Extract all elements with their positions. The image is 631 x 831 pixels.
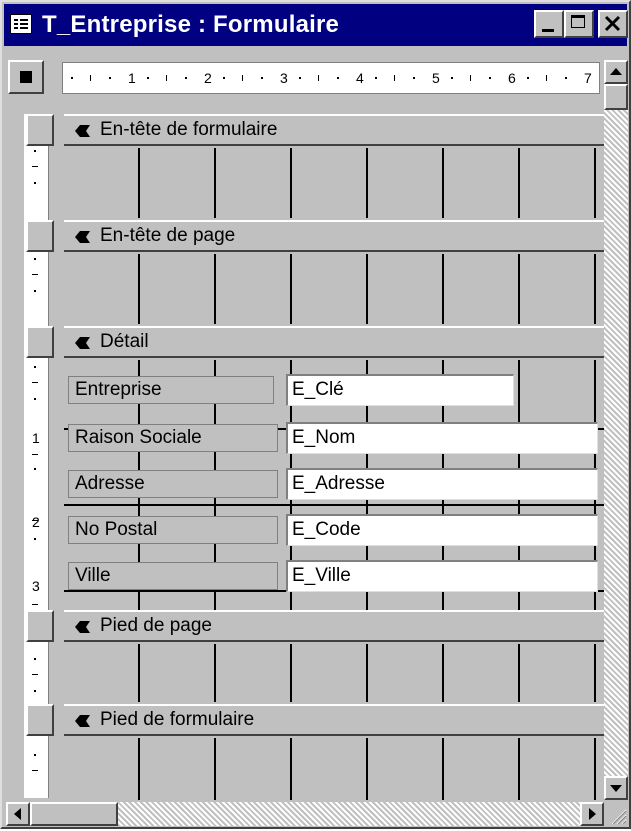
resize-grip-icon[interactable] xyxy=(604,802,628,826)
field-label-no-postal[interactable]: No Postal xyxy=(68,516,278,544)
section-title: Détail xyxy=(100,331,149,352)
field-label-entreprise[interactable]: Entreprise xyxy=(68,376,274,404)
field-label-raison-sociale[interactable]: Raison Sociale xyxy=(68,424,278,452)
horizontal-ruler[interactable]: 1 2 3 4 5 6 7 xyxy=(62,62,600,94)
section-header-bar[interactable]: Pied de formulaire xyxy=(64,704,604,736)
ruler-number: 2 xyxy=(32,514,40,530)
scroll-left-button[interactable] xyxy=(6,802,30,826)
field-control-e-adresse[interactable]: E_Adresse xyxy=(286,468,598,500)
field-control-e-ville[interactable]: E_Ville xyxy=(286,560,598,592)
horizontal-scrollbar[interactable] xyxy=(6,802,604,826)
section-arrow-icon xyxy=(75,621,90,633)
ruler-number: 2 xyxy=(204,70,212,86)
section-arrow-icon xyxy=(75,231,90,243)
section-header-bar[interactable]: En-tête de formulaire xyxy=(64,114,604,146)
section-selector[interactable] xyxy=(26,704,54,736)
section-arrow-icon xyxy=(75,125,90,137)
page-header-area[interactable] xyxy=(64,254,605,324)
close-button[interactable] xyxy=(598,10,628,38)
scroll-up-button[interactable] xyxy=(604,60,628,84)
section-form-header[interactable]: En-tête de formulaire xyxy=(26,114,604,148)
section-arrow-icon xyxy=(75,715,90,727)
ruler-number: 1 xyxy=(32,430,40,446)
arrow-right-icon xyxy=(589,808,596,820)
section-selector[interactable] xyxy=(26,220,54,252)
vertical-scroll-track[interactable] xyxy=(604,110,628,776)
arrow-left-icon xyxy=(14,808,21,820)
ruler-number: 3 xyxy=(32,578,40,594)
select-form-button[interactable] xyxy=(8,60,44,94)
form-header-area[interactable] xyxy=(64,148,605,218)
close-icon xyxy=(604,15,621,32)
vertical-scrollbar[interactable] xyxy=(604,60,628,800)
horizontal-scroll-thumb[interactable] xyxy=(30,802,118,826)
section-title: En-tête de page xyxy=(100,225,236,246)
field-control-e-code[interactable]: E_Code xyxy=(286,514,598,546)
vertical-scroll-thumb[interactable] xyxy=(604,84,628,110)
scroll-right-button[interactable] xyxy=(580,802,604,826)
field-label-adresse[interactable]: Adresse xyxy=(68,470,278,498)
arrow-down-icon xyxy=(610,785,622,792)
section-selector[interactable] xyxy=(26,114,54,146)
window-title: T_Entreprise : Formulaire xyxy=(42,11,340,38)
field-control-e-cle[interactable]: E_Clé xyxy=(286,374,514,406)
section-title: Pied de page xyxy=(100,615,212,636)
section-header-bar[interactable]: Pied de page xyxy=(64,610,604,642)
ruler-number: 3 xyxy=(280,70,288,86)
section-form-footer[interactable]: Pied de formulaire xyxy=(26,704,604,738)
ruler-number: 5 xyxy=(432,70,440,86)
section-selector[interactable] xyxy=(26,326,54,358)
section-selector[interactable] xyxy=(26,610,54,642)
scroll-down-button[interactable] xyxy=(604,776,628,800)
section-title: Pied de formulaire xyxy=(100,709,255,730)
horizontal-scroll-track[interactable] xyxy=(118,802,580,826)
section-page-footer[interactable]: Pied de page xyxy=(26,610,604,644)
maximize-button[interactable] xyxy=(564,10,594,38)
vertical-ruler[interactable]: 1 2 3 xyxy=(24,114,49,798)
form-footer-area[interactable] xyxy=(64,738,605,800)
ruler-number: 7 xyxy=(584,70,592,86)
section-header-bar[interactable]: Détail xyxy=(64,326,604,358)
form-design-window: T_Entreprise : Formulaire 1 2 3 4 5 6 7 xyxy=(0,0,631,829)
ruler-number: 1 xyxy=(128,70,136,86)
ruler-number: 4 xyxy=(356,70,364,86)
section-title: En-tête de formulaire xyxy=(100,119,278,140)
section-page-header[interactable]: En-tête de page xyxy=(26,220,604,254)
field-label-ville[interactable]: Ville xyxy=(68,562,278,590)
section-arrow-icon xyxy=(75,337,90,349)
minimize-button[interactable] xyxy=(534,10,564,38)
section-detail[interactable]: Détail xyxy=(26,326,604,360)
title-bar[interactable]: T_Entreprise : Formulaire xyxy=(4,4,628,46)
page-footer-area[interactable] xyxy=(64,644,605,702)
section-header-bar[interactable]: En-tête de page xyxy=(64,220,604,252)
ruler-number: 6 xyxy=(508,70,516,86)
field-control-e-nom[interactable]: E_Nom xyxy=(286,422,598,454)
arrow-up-icon xyxy=(610,68,622,75)
form-icon xyxy=(10,14,32,34)
